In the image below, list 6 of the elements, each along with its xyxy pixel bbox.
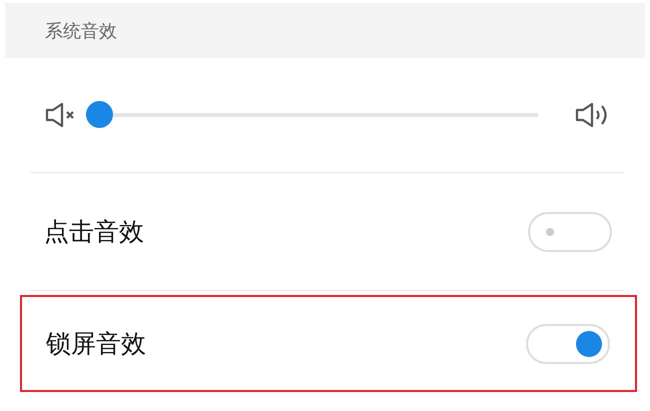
setting-label: 锁屏音效 bbox=[46, 328, 146, 360]
slider-thumb[interactable] bbox=[86, 101, 113, 128]
section-header: 系统音效 bbox=[5, 3, 645, 58]
toggle-switch[interactable] bbox=[526, 324, 610, 364]
setting-label: 点击音效 bbox=[44, 216, 144, 248]
toggle-switch[interactable] bbox=[528, 212, 612, 252]
